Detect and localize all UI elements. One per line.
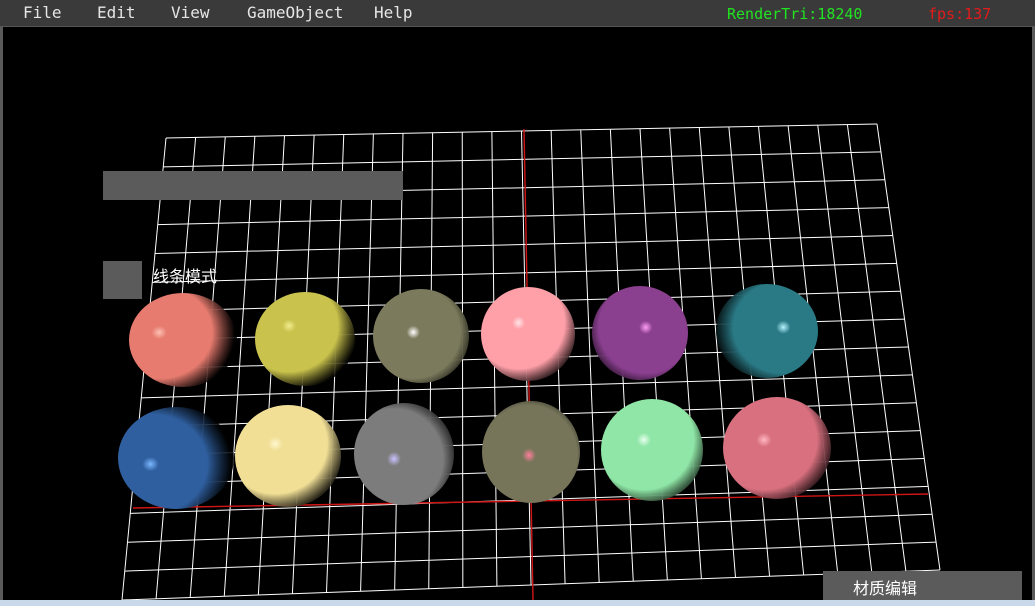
window-bottom-strip — [0, 600, 1035, 606]
sphere-4[interactable] — [481, 287, 575, 381]
scene-canvas — [118, 123, 941, 601]
sphere-6[interactable] — [716, 284, 818, 378]
sphere-3[interactable] — [373, 289, 469, 383]
slider-bar[interactable] — [103, 171, 403, 200]
wire-mode-checkbox[interactable] — [103, 261, 142, 299]
sphere-1[interactable] — [129, 293, 237, 387]
sphere-8[interactable] — [235, 405, 341, 507]
sphere-5[interactable] — [592, 286, 688, 380]
sphere-11[interactable] — [601, 399, 703, 501]
sphere-10[interactable] — [482, 401, 580, 503]
sphere-7[interactable] — [118, 407, 234, 509]
sphere-9[interactable] — [354, 403, 454, 505]
sphere-group — [118, 284, 831, 509]
sphere-2[interactable] — [255, 292, 355, 386]
sphere-12[interactable] — [723, 397, 831, 499]
wire-mode-label: 线条模式 — [153, 267, 218, 286]
